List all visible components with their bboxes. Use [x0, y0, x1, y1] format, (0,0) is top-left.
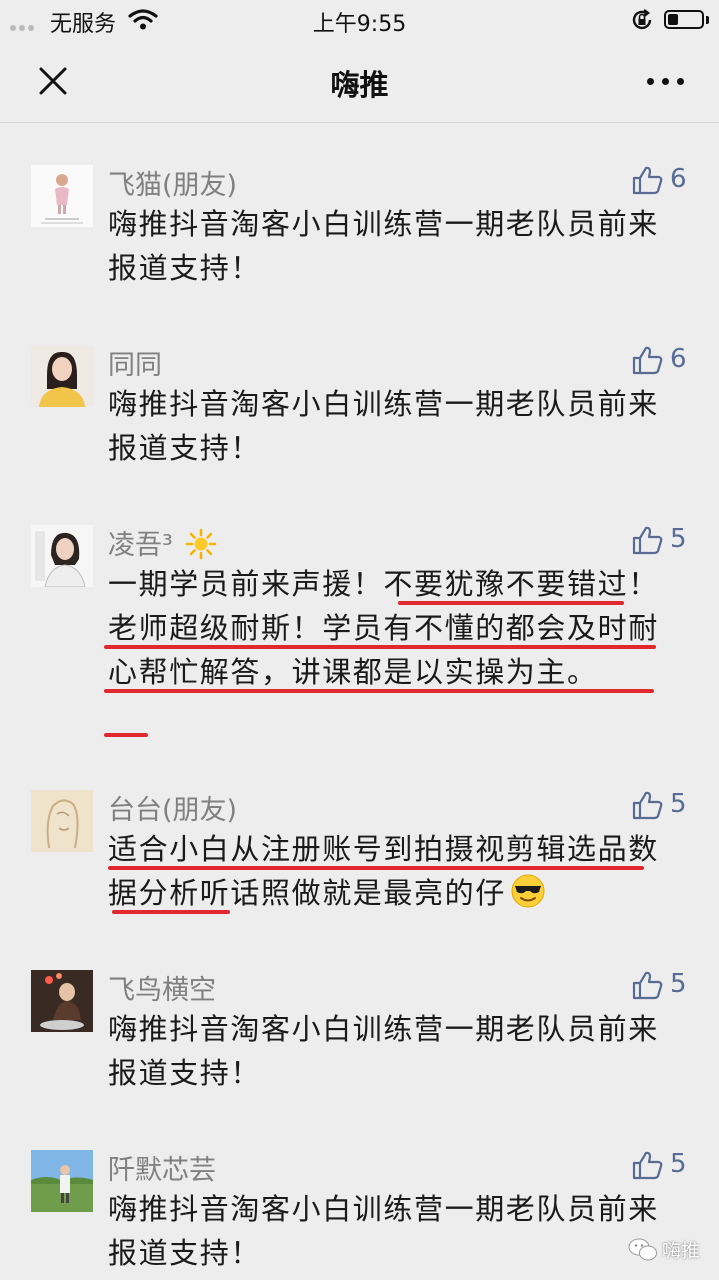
highlight-underline: [112, 910, 230, 914]
like-count: 5: [670, 524, 687, 554]
cool-emoji: [511, 874, 545, 908]
like-count: 6: [670, 164, 687, 194]
status-bar: 无服务 上午9:55: [0, 0, 719, 40]
like-count: 5: [670, 1149, 687, 1179]
comment-text: 嗨推抖音淘客小白训练营一期老队员前来报道支持！: [108, 207, 659, 285]
avatar[interactable]: [31, 165, 93, 227]
like-count: 5: [670, 789, 687, 819]
thumbs-up-icon: [632, 346, 663, 375]
thumbs-up-icon: [632, 526, 663, 555]
clock: 上午9:55: [312, 12, 407, 37]
like-count: 5: [670, 969, 687, 999]
comment-nickname: 飞猫(朋友): [108, 170, 238, 201]
page-title: 嗨推: [330, 68, 389, 102]
sun-emoji: [186, 528, 217, 560]
thumbs-up-icon: [632, 166, 663, 195]
highlight-underline: [398, 601, 624, 605]
highlight-underline: [104, 689, 654, 693]
nickname-text: 凌吾³: [108, 530, 173, 561]
avatar[interactable]: [31, 970, 93, 1032]
comment-nickname: 凌吾³: [108, 523, 217, 562]
avatar[interactable]: [31, 790, 93, 852]
rotation-lock-icon: [632, 9, 652, 30]
watermark-text: 嗨推: [662, 1240, 701, 1262]
battery-cap: [706, 16, 709, 24]
avatar[interactable]: [31, 345, 93, 407]
nav-bar: 嗨推: [0, 40, 719, 123]
thumbs-up-icon: [632, 971, 663, 1000]
comment-nickname: 阡默芯芸: [108, 1155, 216, 1186]
battery-icon: [664, 10, 704, 29]
comment-text: 嗨推抖音淘客小白训练营一期老队员前来报道支持！: [108, 1192, 659, 1270]
comment-text: 一期学员前来声援！不要犹豫不要错过！老师超级耐斯！学员有不懂的都会及时耐心帮忙解…: [108, 567, 659, 689]
avatar[interactable]: [31, 525, 93, 587]
comment-nickname: 同同: [108, 350, 162, 381]
comment-text-content: 适合小白从注册账号到拍摄视剪辑选品数据分析听话照做就是最亮的仔: [108, 832, 659, 910]
wechat-icon: [628, 1238, 657, 1261]
avatar[interactable]: [31, 1150, 93, 1212]
highlight-underline: [104, 645, 656, 649]
comment-nickname: 台台(朋友): [108, 795, 238, 826]
like-count: 6: [670, 344, 687, 374]
highlight-underline: [108, 866, 644, 870]
highlight-underline: [104, 733, 148, 737]
comment-text: 适合小白从注册账号到拍摄视剪辑选品数据分析听话照做就是最亮的仔: [108, 827, 668, 915]
comment-nickname: 飞鸟横空: [108, 975, 216, 1006]
more-icon[interactable]: [641, 68, 691, 94]
thumbs-up-icon: [632, 791, 663, 820]
comment-text: 嗨推抖音淘客小白训练营一期老队员前来报道支持！: [108, 1012, 659, 1090]
comment-text: 嗨推抖音淘客小白训练营一期老队员前来报道支持！: [108, 387, 659, 465]
thumbs-up-icon: [632, 1151, 663, 1180]
